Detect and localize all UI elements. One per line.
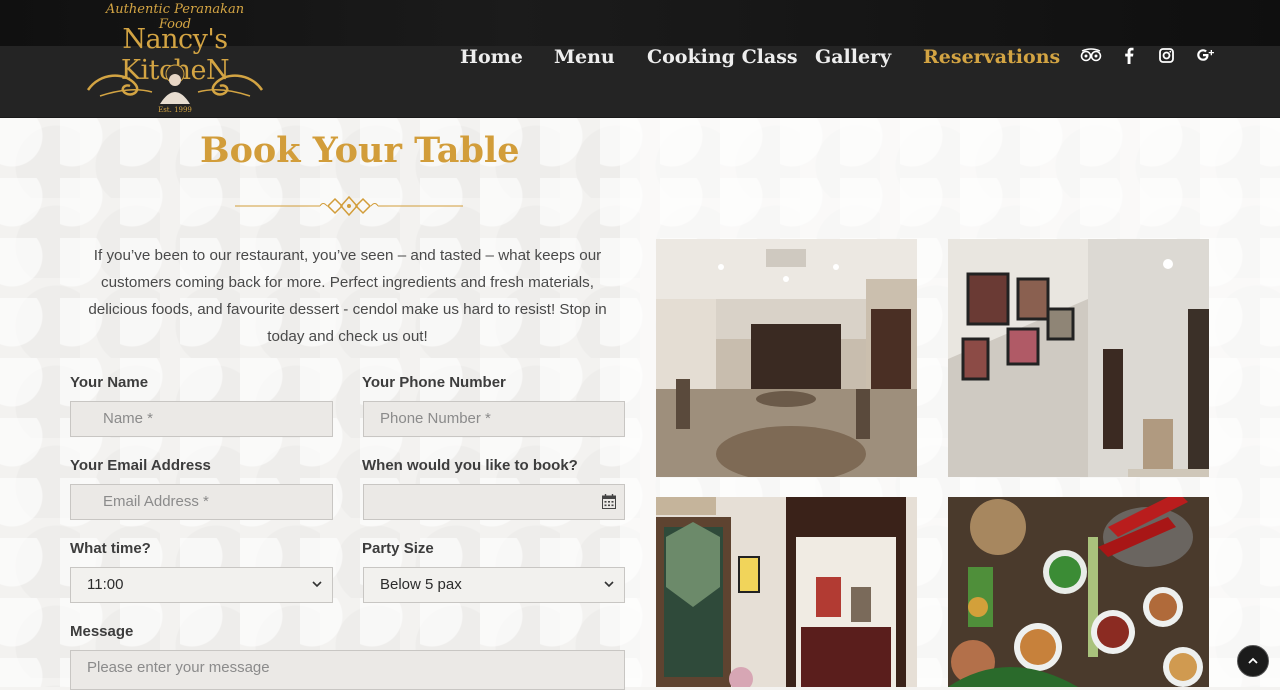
name-label: Your Name — [70, 374, 149, 391]
date-input[interactable] — [363, 484, 625, 520]
logo-established: Est. 1999 — [158, 106, 192, 114]
page-title: Book Your Table — [200, 130, 520, 171]
site-header: Authentic Peranakan Food Nancy's KitcheN… — [0, 0, 1280, 118]
email-placeholder: Email Address * — [103, 493, 209, 510]
nav-reservations[interactable]: Reservations — [923, 46, 1060, 68]
phone-input[interactable]: Phone Number * — [363, 401, 625, 437]
logo[interactable]: Authentic Peranakan Food Nancy's KitcheN… — [70, 2, 280, 116]
nav-home[interactable]: Home — [460, 46, 523, 68]
entrance-photo[interactable] — [656, 497, 917, 687]
ornament-divider-icon — [235, 195, 463, 217]
calendar-icon[interactable] — [602, 494, 616, 509]
facebook-icon[interactable] — [1124, 47, 1134, 68]
email-input[interactable]: Email Address * — [70, 484, 333, 520]
ingredients-photo[interactable] — [948, 497, 1209, 687]
back-to-top-button[interactable] — [1237, 645, 1269, 677]
chevron-up-icon — [1248, 658, 1258, 664]
instagram-icon[interactable] — [1159, 48, 1174, 67]
email-label: Your Email Address — [70, 457, 211, 474]
message-label: Message — [70, 623, 134, 640]
time-label: What time? — [70, 540, 151, 557]
party-size-value: Below 5 pax — [380, 576, 462, 593]
party-size-select[interactable]: Below 5 pax — [363, 567, 625, 603]
intro-paragraph: If you’ve been to our restaurant, you’ve… — [88, 247, 607, 345]
phone-label: Your Phone Number — [362, 374, 506, 391]
chevron-down-icon — [312, 568, 322, 602]
nav-gallery[interactable]: Gallery — [815, 46, 891, 68]
wall-frames-photo[interactable] — [948, 239, 1209, 477]
party-label: Party Size — [362, 540, 434, 557]
google-plus-icon[interactable] — [1197, 47, 1215, 67]
name-input[interactable]: Name * — [70, 401, 333, 437]
dining-room-photo[interactable] — [656, 239, 917, 477]
name-placeholder: Name * — [103, 410, 154, 427]
tripadvisor-icon[interactable] — [1080, 48, 1102, 66]
time-select[interactable]: 11:00 — [70, 567, 333, 603]
phone-placeholder: Phone Number * — [380, 410, 491, 427]
header-border — [0, 117, 1280, 118]
nav-cooking-class[interactable]: Cooking Class — [647, 46, 798, 68]
message-placeholder: Please enter your message — [87, 659, 270, 676]
date-label: When would you like to book? — [362, 457, 578, 474]
time-value: 11:00 — [87, 576, 124, 593]
nav-menu[interactable]: Menu — [554, 46, 615, 68]
message-textarea[interactable]: Please enter your message — [70, 650, 625, 690]
chevron-down-icon — [604, 568, 614, 602]
logo-ornament-icon — [86, 64, 264, 104]
